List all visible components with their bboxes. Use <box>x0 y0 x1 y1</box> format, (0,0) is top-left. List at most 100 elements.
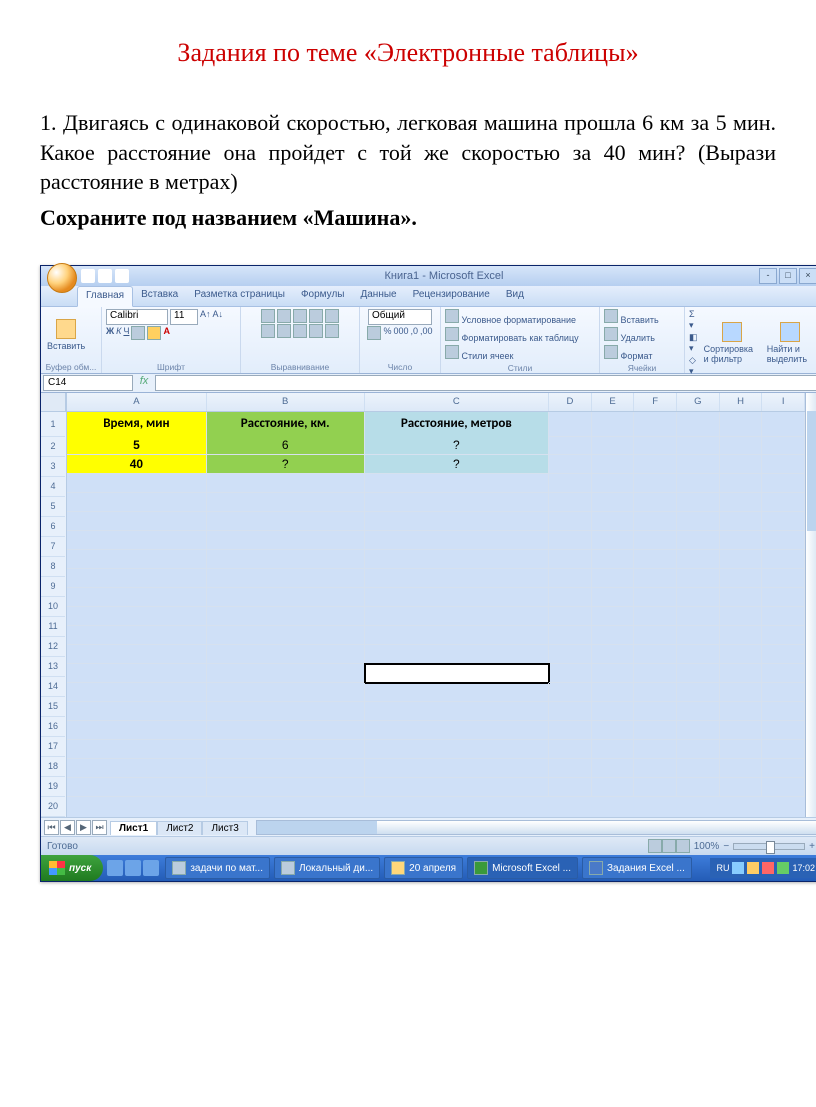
cell[interactable] <box>67 759 207 778</box>
tray-icon[interactable] <box>732 862 744 874</box>
cell[interactable] <box>549 455 592 474</box>
cell[interactable] <box>634 512 677 531</box>
formula-input[interactable] <box>155 375 816 391</box>
dec-decimal-icon[interactable]: ,00 <box>420 326 433 340</box>
format-table-button[interactable]: Форматировать как таблицу <box>445 327 579 344</box>
cell[interactable] <box>592 455 635 474</box>
cell[interactable] <box>677 512 720 531</box>
row-header[interactable]: 9 <box>41 577 65 597</box>
zoom-slider[interactable]: − + <box>723 841 815 852</box>
cell[interactable] <box>677 740 720 759</box>
row-header[interactable]: 16 <box>41 717 65 737</box>
font-color-icon[interactable]: A <box>163 326 170 340</box>
cell-C2[interactable]: ? <box>365 436 549 455</box>
cell[interactable] <box>592 412 635 437</box>
language-indicator[interactable]: RU <box>716 863 729 873</box>
cell[interactable] <box>207 550 365 569</box>
row-header[interactable]: 13 <box>41 657 65 677</box>
vertical-scrollbar[interactable] <box>805 393 816 817</box>
cell[interactable] <box>634 664 677 683</box>
cell[interactable] <box>762 493 805 512</box>
cell[interactable] <box>677 702 720 721</box>
cell[interactable] <box>720 645 763 664</box>
cell[interactable] <box>549 493 592 512</box>
tab-view[interactable]: Вид <box>498 286 532 306</box>
align-center-icon[interactable] <box>277 324 291 338</box>
cell[interactable] <box>549 645 592 664</box>
wrap-text-icon[interactable] <box>325 309 339 323</box>
cell[interactable] <box>762 512 805 531</box>
cell-A1[interactable]: Время, мин <box>67 412 207 437</box>
cell[interactable] <box>592 664 635 683</box>
cell[interactable] <box>634 740 677 759</box>
cell[interactable] <box>634 759 677 778</box>
cell[interactable] <box>634 569 677 588</box>
sheet-nav-prev-icon[interactable]: ◀ <box>60 820 75 835</box>
cell[interactable] <box>67 531 207 550</box>
grow-font-icon[interactable]: A↑ <box>200 309 211 325</box>
cell[interactable] <box>365 702 549 721</box>
orientation-icon[interactable] <box>309 309 323 323</box>
cell[interactable] <box>634 588 677 607</box>
cell[interactable] <box>365 531 549 550</box>
tray-icon[interactable] <box>747 862 759 874</box>
clear-icon[interactable]: ◇ ▾ <box>689 355 699 377</box>
cell[interactable] <box>67 474 207 493</box>
cell[interactable] <box>720 550 763 569</box>
cell[interactable] <box>592 436 635 455</box>
cell[interactable] <box>365 759 549 778</box>
cell[interactable] <box>549 683 592 702</box>
row-header[interactable]: 1 <box>41 412 65 437</box>
cell[interactable] <box>67 550 207 569</box>
view-pagebreak-icon[interactable] <box>676 839 690 853</box>
col-header[interactable]: H <box>720 393 763 411</box>
col-header[interactable]: D <box>549 393 592 411</box>
fx-icon[interactable]: fx <box>135 374 153 392</box>
font-name-input[interactable]: Calibri <box>106 309 168 325</box>
cell[interactable] <box>592 626 635 645</box>
sheet-tab[interactable]: Лист3 <box>202 821 247 835</box>
cell[interactable] <box>634 436 677 455</box>
cell[interactable] <box>365 683 549 702</box>
cell[interactable] <box>720 702 763 721</box>
cell[interactable] <box>207 702 365 721</box>
sheet-tab[interactable]: Лист1 <box>110 821 157 835</box>
cell[interactable] <box>67 645 207 664</box>
row-header[interactable]: 10 <box>41 597 65 617</box>
underline-button[interactable]: Ч <box>123 326 129 340</box>
cell[interactable] <box>720 512 763 531</box>
cell-B2[interactable]: 6 <box>207 436 365 455</box>
cell[interactable] <box>67 778 207 797</box>
cell[interactable] <box>67 512 207 531</box>
cell[interactable] <box>67 664 207 683</box>
sheet-nav-next-icon[interactable]: ▶ <box>76 820 91 835</box>
cell[interactable] <box>720 588 763 607</box>
cell[interactable] <box>762 702 805 721</box>
col-header[interactable]: F <box>634 393 677 411</box>
paste-button[interactable]: Вставить <box>45 317 87 353</box>
cell[interactable] <box>365 740 549 759</box>
cell[interactable] <box>762 474 805 493</box>
name-box[interactable]: C14 <box>43 375 133 391</box>
italic-button[interactable]: К <box>116 326 121 340</box>
cell[interactable] <box>365 645 549 664</box>
cell[interactable] <box>365 474 549 493</box>
cell[interactable] <box>720 493 763 512</box>
horizontal-scrollbar[interactable] <box>256 820 816 835</box>
taskbar-item[interactable]: задачи по мат... <box>165 857 270 879</box>
cell[interactable] <box>207 607 365 626</box>
row-header[interactable]: 20 <box>41 797 65 817</box>
cell[interactable] <box>720 740 763 759</box>
cell-B3[interactable]: ? <box>207 455 365 474</box>
cell[interactable] <box>207 531 365 550</box>
cell[interactable] <box>762 531 805 550</box>
cell[interactable] <box>592 702 635 721</box>
worksheet-grid[interactable]: 1 2 3 4 5 6 7 8 9 10 11 12 13 14 15 16 1… <box>41 393 816 817</box>
cell[interactable] <box>720 683 763 702</box>
border-icon[interactable] <box>131 326 145 340</box>
undo-icon[interactable] <box>98 269 112 283</box>
cell[interactable] <box>634 645 677 664</box>
cell[interactable] <box>592 778 635 797</box>
select-all-corner[interactable] <box>41 393 66 412</box>
minimize-icon[interactable]: - <box>759 268 777 284</box>
